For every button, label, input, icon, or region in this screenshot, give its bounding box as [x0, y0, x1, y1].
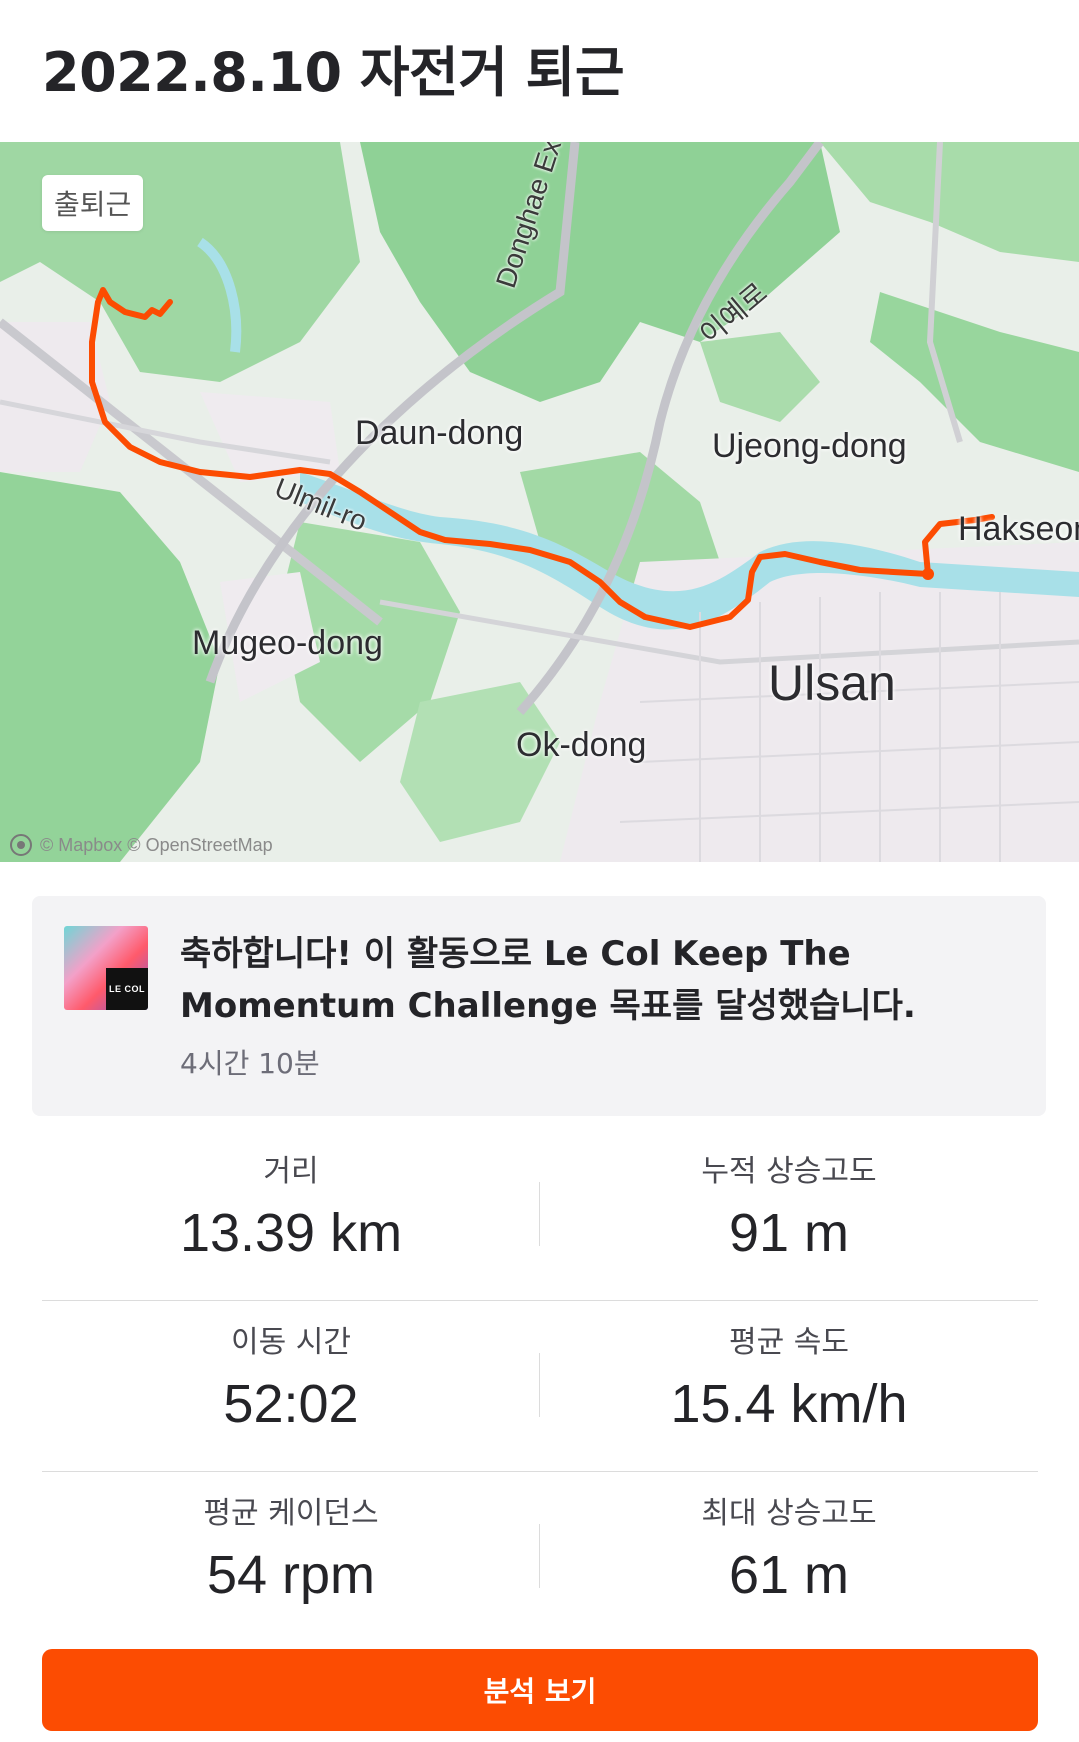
- map-label-hakseong: Hakseon: [958, 510, 1079, 548]
- view-analysis-button[interactable]: 분석 보기: [42, 1649, 1038, 1731]
- mapbox-logo-icon: [10, 834, 32, 856]
- stat-value: 91 m: [728, 1203, 850, 1263]
- stats-grid: 거리 13.39 km 누적 상승고도 91 m 이동 시간 52:02 평균 …: [42, 1130, 1038, 1642]
- stat-average-speed: 평균 속도 15.4 km/h: [540, 1321, 1038, 1435]
- stat-label: 이동 시간: [231, 1325, 351, 1360]
- commute-tag: 출퇴근: [42, 175, 144, 231]
- stat-value: 15.4 km/h: [670, 1374, 908, 1434]
- map-attribution-text: © Mapbox © OpenStreetMap: [40, 834, 273, 855]
- stat-label: 누적 상승고도: [701, 1154, 877, 1189]
- stat-max-elevation: 최대 상승고도 61 m: [540, 1492, 1038, 1606]
- stat-row: 이동 시간 52:02 평균 속도 15.4 km/h: [42, 1301, 1038, 1472]
- achievement-time: 4시간 10분: [180, 1047, 320, 1080]
- map-label-daun: Daun-dong: [355, 414, 524, 452]
- map-label-ujeong: Ujeong-dong: [712, 427, 907, 465]
- stat-label: 최대 상승고도: [701, 1496, 877, 1531]
- route-map[interactable]: 출퇴근 Donghae Ex 이예로 Ulmil-ro Daun-dong Uj…: [0, 142, 1079, 862]
- map-label-ulsan: Ulsan: [768, 655, 896, 711]
- stat-moving-time: 이동 시간 52:02: [42, 1321, 540, 1435]
- activity-title: 2022.8.10 자전거 퇴근: [42, 41, 625, 104]
- map-label-mugeo: Mugeo-dong: [192, 624, 383, 662]
- stat-label: 거리: [263, 1154, 319, 1189]
- stat-value: 52:02: [223, 1374, 359, 1434]
- stat-average-cadence: 평균 케이던스 54 rpm: [42, 1492, 540, 1606]
- stat-value: 54 rpm: [206, 1545, 376, 1605]
- map-label-okdong: Ok-dong: [516, 726, 647, 764]
- stat-label: 평균 케이던스: [203, 1496, 379, 1531]
- stat-row: 거리 13.39 km 누적 상승고도 91 m: [42, 1130, 1038, 1301]
- map-attribution[interactable]: © Mapbox © OpenStreetMap: [10, 834, 273, 856]
- stat-value: 61 m: [728, 1545, 850, 1605]
- challenge-badge-text: LE COL: [106, 968, 148, 1010]
- stat-elevation-gain: 누적 상승고도 91 m: [540, 1150, 1038, 1264]
- challenge-badge-icon: LE COL: [64, 926, 148, 1010]
- stat-distance: 거리 13.39 km: [42, 1150, 540, 1264]
- stat-row: 평균 케이던스 54 rpm 최대 상승고도 61 m: [42, 1472, 1038, 1642]
- achievement-text: 축하합니다! 이 활동으로 Le Col Keep The Momentum C…: [180, 934, 916, 1026]
- stat-label: 평균 속도: [729, 1325, 849, 1360]
- achievement-card[interactable]: LE COL 축하합니다! 이 활동으로 Le Col Keep The Mom…: [32, 896, 1046, 1116]
- stat-value: 13.39 km: [179, 1203, 403, 1263]
